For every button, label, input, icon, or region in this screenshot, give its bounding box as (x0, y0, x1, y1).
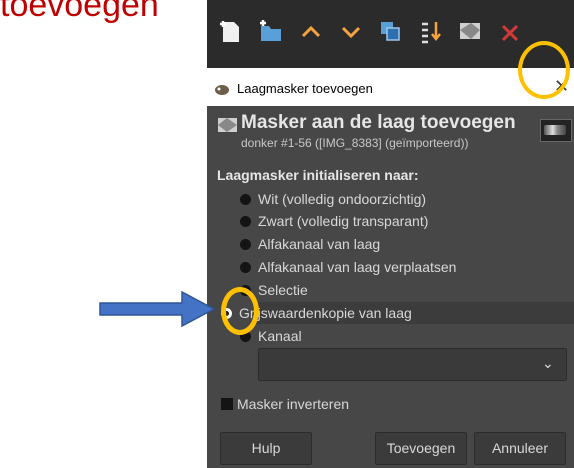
option-label: Kanaal (258, 328, 302, 344)
highlight-circle (518, 41, 570, 99)
duplicate-layer-icon[interactable] (377, 18, 405, 46)
add-layer-mask-dialog: Laagmasker toevoegen ✕ Masker aan de laa… (207, 72, 574, 468)
init-mask-label: Laagmasker initialiseren naar: (217, 167, 419, 183)
layers-toolbar (207, 0, 574, 68)
help-button[interactable]: Hulp (220, 432, 312, 465)
invert-mask-checkbox[interactable] (221, 398, 233, 410)
new-layer-group-icon[interactable] (257, 18, 285, 46)
radio-button[interactable] (240, 216, 251, 227)
raise-layer-icon[interactable] (297, 18, 325, 46)
gimp-logo-icon (215, 85, 229, 95)
option-label: Grijswaardenkopie van laag (239, 305, 412, 321)
invert-mask-label: Masker inverteren (237, 396, 350, 412)
new-layer-icon[interactable] (217, 18, 245, 46)
layer-mask-icon (218, 118, 237, 132)
add-button[interactable]: Toevoegen (375, 432, 467, 465)
chevron-down-icon: ⌄ (542, 355, 554, 371)
radio-button[interactable] (240, 194, 251, 205)
channel-select[interactable]: ⌄ (258, 348, 567, 381)
radio-button[interactable] (240, 239, 251, 250)
dialog-header-subtitle: donker #1-56 ([IMG_8383] (geïmporteerd)) (241, 136, 469, 150)
lower-layer-icon[interactable] (337, 18, 365, 46)
mask-icon[interactable] (457, 18, 485, 46)
window-title: Laagmasker toevoegen (237, 81, 373, 96)
layer-thumbnail-image (544, 125, 566, 135)
option-label: Selectie (258, 282, 308, 298)
radio-button[interactable] (240, 262, 251, 273)
anchor-layer-icon[interactable] (417, 18, 445, 46)
delete-layer-icon[interactable] (497, 18, 525, 46)
dialog-header-title: Masker aan de laag toevoegen (241, 112, 516, 133)
option-label: Alfakanaal van laag (258, 236, 381, 252)
layer-thumbnail (540, 119, 572, 142)
option-label: Alfakanaal van laag verplaatsen (258, 259, 457, 275)
option-label: Wit (volledig ondoorzichtig) (258, 191, 427, 207)
slide-heading: toevoegen (0, 0, 159, 24)
pointer-arrow-icon (99, 290, 216, 328)
option-label: Zwart (volledig transparant) (258, 213, 429, 229)
cancel-button[interactable]: Annuleer (474, 432, 566, 465)
highlight-circle (221, 287, 259, 335)
